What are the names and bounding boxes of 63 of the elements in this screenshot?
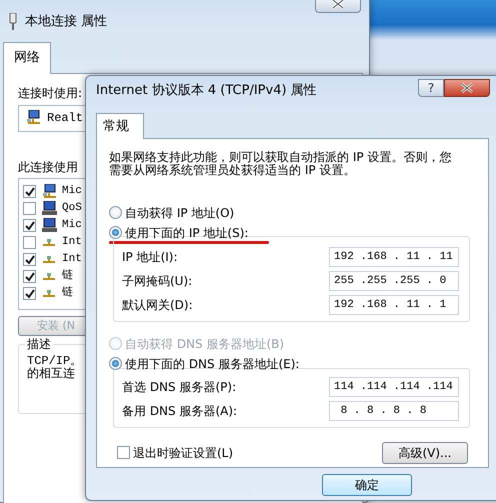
advanced-button[interactable]: 高级(V)...	[382, 442, 468, 464]
checkbox[interactable]	[117, 446, 130, 459]
computer-icon	[41, 200, 57, 216]
field-label: 子网掩码(U):	[122, 272, 192, 290]
help-button[interactable]: ?	[418, 79, 444, 97]
checkbox[interactable]	[23, 202, 36, 214]
component-name[interactable]: QoS	[62, 200, 82, 216]
network-icon	[43, 256, 55, 262]
field-label: 连接时使用:	[18, 84, 82, 102]
description-text: 的相互连	[27, 368, 75, 381]
radio-label[interactable]: 自动获得 IP 地址(O)	[125, 204, 234, 222]
radio-button[interactable]	[109, 206, 122, 219]
ip-address-field[interactable]: 8 . 8 . 8 . 8	[329, 400, 459, 420]
check-icon	[24, 220, 36, 230]
close-button[interactable]	[315, 0, 361, 13]
component-name[interactable]: Int	[62, 250, 82, 268]
network-icon	[43, 238, 55, 246]
check-icon	[24, 270, 36, 282]
checkbox[interactable]	[23, 286, 36, 300]
network-adapter-icon	[25, 110, 41, 126]
computer-icon	[41, 218, 57, 232]
computer-icon	[41, 184, 57, 198]
component-name[interactable]: Mic	[62, 216, 82, 234]
ip-address-field[interactable]: 114 .114 .114 .114	[329, 376, 459, 396]
close-button[interactable]	[444, 79, 490, 97]
description-text: TCP/IP。	[27, 355, 82, 368]
tab[interactable]: 常规	[96, 113, 144, 138]
field-label: IP 地址(I):	[122, 248, 178, 266]
checkbox[interactable]	[23, 252, 36, 266]
close-icon	[331, 0, 345, 9]
field-label: 此连接使用	[18, 158, 78, 176]
plug-icon	[7, 13, 19, 31]
network-icon	[43, 290, 55, 296]
check-icon	[24, 186, 36, 196]
window-title: 本地连接 属性	[25, 13, 108, 32]
window-title: Internet 协议版本 4 (TCP/IPv4) 属性	[96, 82, 317, 100]
checkbox-label[interactable]: 退出时验证设置(L)	[133, 444, 234, 462]
ip-address-field[interactable]: 192 .168 . 11 . 1	[329, 294, 459, 314]
radio-label[interactable]: 使用下面的 DNS 服务器地址(E):	[125, 354, 300, 372]
ip-address-field[interactable]: 192 .168 . 11 . 11	[329, 246, 459, 266]
field-label: 备用 DNS 服务器(A):	[122, 402, 238, 420]
field-label: 默认网关(D):	[122, 296, 193, 314]
ok-button[interactable]: 确定	[322, 474, 412, 496]
check-icon	[24, 254, 36, 264]
checkbox[interactable]	[23, 236, 36, 248]
component-name[interactable]: 链	[62, 284, 73, 302]
checkbox[interactable]	[23, 218, 36, 232]
network-icon	[43, 272, 55, 280]
tab[interactable]: 网络	[3, 42, 51, 74]
group-label: 描述	[25, 337, 53, 351]
radio-label[interactable]: 使用下面的 IP 地址(S):	[125, 224, 248, 242]
checkbox[interactable]	[23, 184, 36, 198]
close-icon	[460, 83, 474, 93]
ip-address-field[interactable]: 255 .255 .255 . 0	[329, 270, 459, 290]
radio-button[interactable]	[109, 357, 122, 370]
intro-text: 如果网络支持此功能，则可以获取自动指派的 IP 设置。否则，您需要从网络系统管理员处获得适当的 IP 设置。	[109, 150, 452, 176]
component-name[interactable]: Int	[62, 234, 82, 250]
component-name[interactable]: Mic	[62, 182, 82, 200]
checkbox[interactable]	[23, 270, 36, 282]
check-icon	[24, 288, 36, 298]
radio-button[interactable]	[109, 226, 122, 239]
field-label: 首选 DNS 服务器(P):	[122, 378, 236, 396]
component-name[interactable]: 链	[62, 268, 73, 284]
